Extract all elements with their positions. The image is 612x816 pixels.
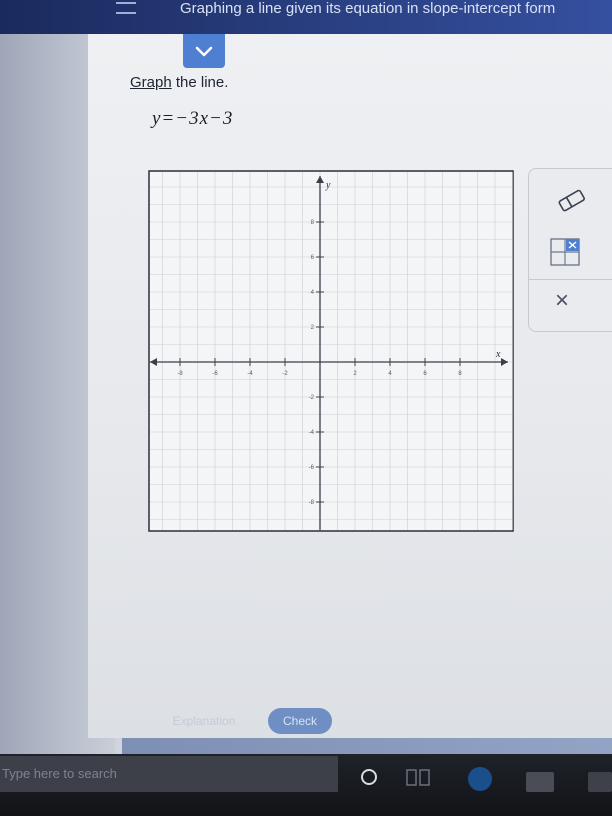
equation: y=−3x−3 [152,108,234,129]
tool-separator [529,279,612,280]
task-view-icon[interactable] [404,766,434,790]
topbar: Graphing a line given its equation in sl… [0,0,612,34]
coordinate-grid[interactable]: xy-8 -6 -4 -2 2 4 6 88642-2-4-6-8 [148,170,514,532]
instruction-verb: Graph [130,74,172,91]
x-tick-label: -2 [282,371,288,377]
x-tick-label: -6 [212,371,218,377]
check-button[interactable]: Check [268,708,332,734]
cortana-icon[interactable] [358,766,380,788]
graph-area[interactable]: x y -8 -6 -4 -2 2 4 6 8 8 6 4 2 -2 -4 -6 -8 [148,170,514,532]
file-explorer-icon[interactable] [522,766,558,796]
eraser-icon[interactable] [555,187,589,215]
edge-browser-icon[interactable] [462,762,498,796]
tool-panel: × [528,168,612,332]
graph-frame [148,170,514,532]
close-icon[interactable]: × [555,289,569,313]
x-tick-label: -4 [247,371,253,377]
grid-undo-icon[interactable] [549,235,583,269]
explanation-button[interactable]: Explanation [158,708,250,734]
lesson-title: Graphing a line given its equation in sl… [180,0,556,17]
collapse-toggle[interactable] [183,34,225,68]
taskbar-search-input[interactable]: Type here to search [0,756,338,792]
chevron-down-icon [195,46,213,57]
store-icon[interactable] [584,766,612,796]
y-tick-label: -6 [309,465,315,471]
y-tick-label: -2 [309,395,315,401]
instruction-text: Graph the line. [130,74,228,91]
x-tick-label: -8 [177,371,183,377]
y-tick-label: -4 [309,430,315,436]
instruction-rest: the line. [171,74,229,91]
y-axis-label: y [325,180,331,191]
x-axis-label: x [495,349,501,360]
menu-icon[interactable] [112,0,140,22]
y-tick-label: -8 [309,500,315,506]
footer-strip [122,738,612,754]
